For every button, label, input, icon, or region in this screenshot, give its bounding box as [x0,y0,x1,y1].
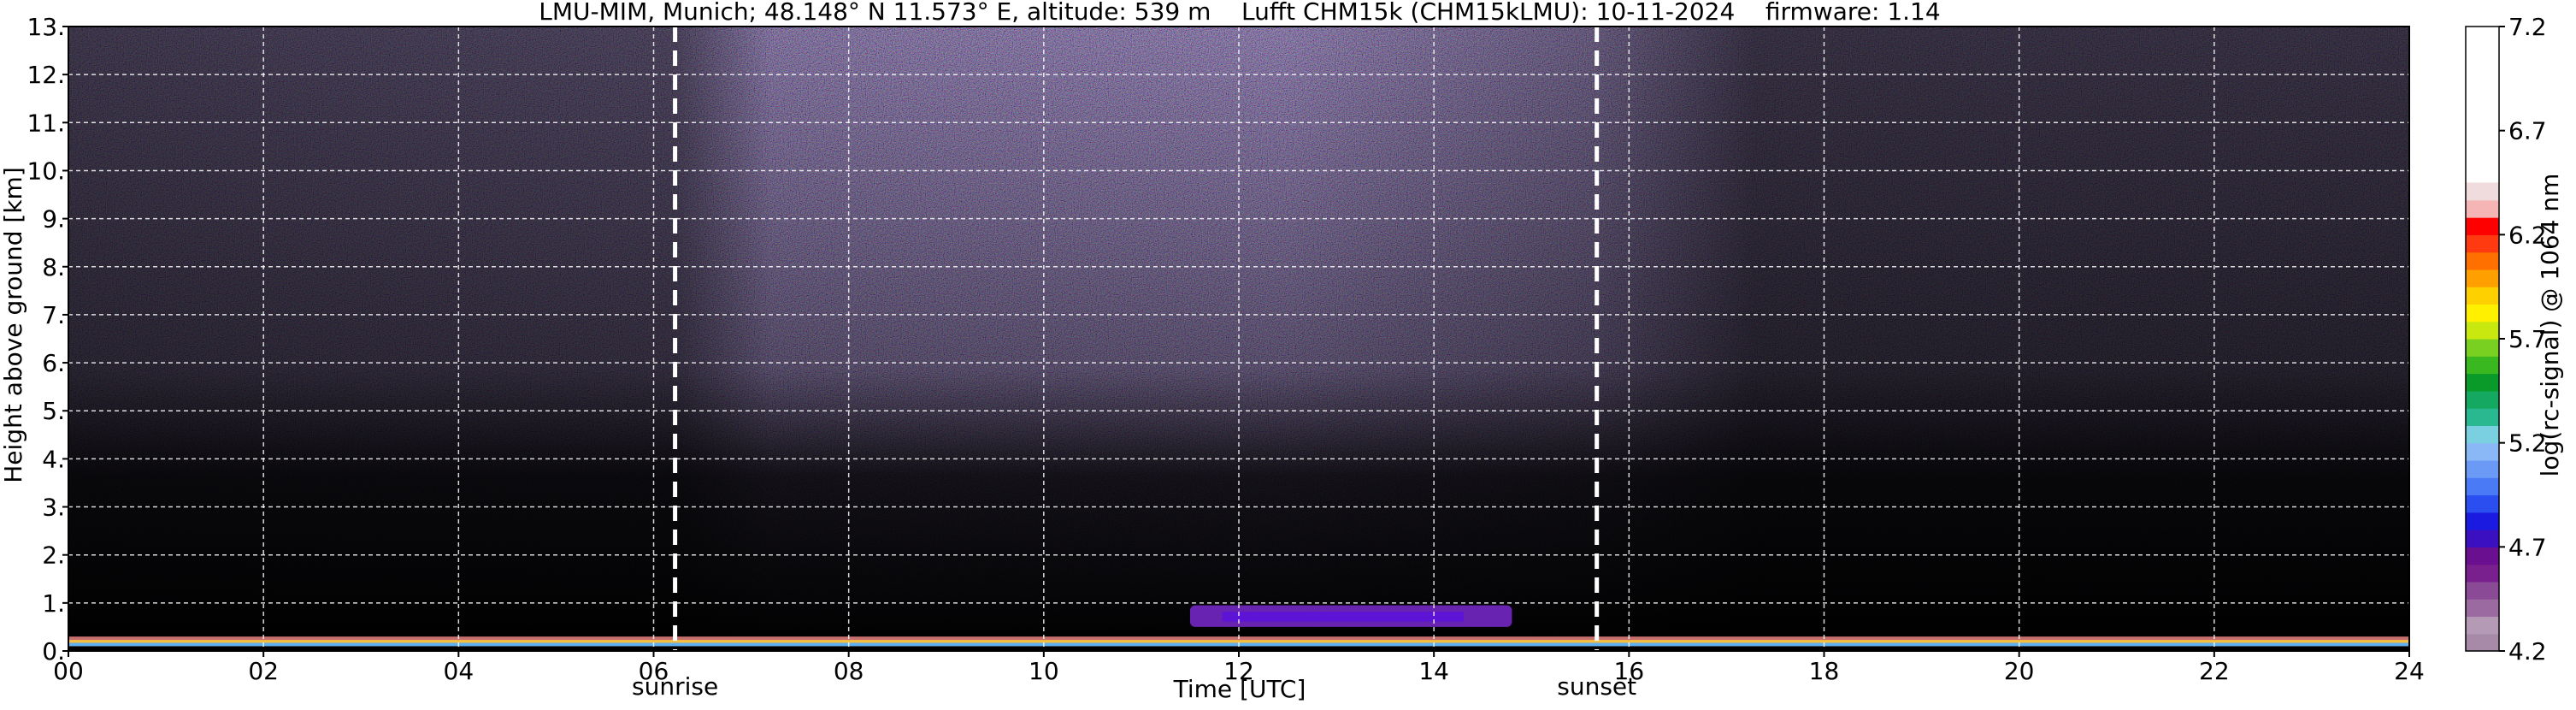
y-tick-label: 4. [42,445,65,473]
colorbar-band [2466,581,2499,600]
y-tick-label: 8. [42,253,65,281]
x-axis-label: Time [UTC] [1173,675,1306,703]
colorbar-tick-label: 4.2 [2508,637,2547,666]
colorbar-band [2466,459,2499,478]
colorbar-band [2466,564,2499,583]
x-tick-label: 04 [444,657,475,685]
colorbar-band [2466,182,2499,201]
colorbar-tick-label: 7.2 [2508,13,2547,41]
colorbar-band [2466,199,2499,218]
ceilometer-chart: 00 02 04 06 08 10 12 14 16 18 20 22 24 0. 1. 2. 3. 4. 5. 6… [0,0,2576,707]
sunrise-label: sunrise [632,672,718,701]
colorbar: 4.24.75.25.76.26.77.2 [2465,13,2547,666]
y-tick-label: 2. [42,541,65,570]
colorbar-tick-label: 6.7 [2508,117,2547,145]
colorbar-band [2466,477,2499,496]
colorbar-band [2466,234,2499,253]
sun-event-labels: sunrise sunset [632,672,1636,701]
colorbar-band [2466,530,2499,547]
colorbar-band [2466,287,2499,305]
colorbar-band [2466,442,2499,461]
x-tick-label: 02 [248,657,279,685]
y-axis-ticks: 0. 1. 2. 3. 4. 5. 6. 7. 8. 9. 10. 11. 12. 13. [27,13,68,666]
y-tick-label: 5. [42,397,65,425]
colorbar-band [2466,27,2499,183]
colorbar-band [2466,269,2499,287]
y-tick-label: 3. [42,494,65,522]
colorbar-band [2466,633,2499,652]
colorbar-band [2466,373,2499,392]
colorbar-band [2466,408,2499,426]
y-tick-label: 6. [42,349,65,377]
colorbar-tick-label: 4.7 [2508,533,2547,561]
chart-svg: 00 02 04 06 08 10 12 14 16 18 20 22 24 0.1.2.3.4.5.6… [0,0,2564,703]
cloud-layer-core [1222,612,1464,622]
y-tick-label: 11. [27,109,65,137]
colorbar-band [2466,304,2499,322]
y-tick-label: 1. [42,589,65,618]
x-tick-label: 22 [2199,657,2230,685]
sunset-label: sunset [1557,672,1636,701]
x-tick-label: 20 [2004,657,2035,685]
x-tick-label: 18 [1809,657,1840,685]
y-axis-label: Height above ground [km] [0,167,27,483]
y-tick-label: 13. [27,13,65,41]
y-tick-label: 7. [42,301,65,329]
x-tick-label: 10 [1029,657,1059,685]
y-tick-label: 0. [42,637,65,666]
y-tick-label: 10. [27,157,65,185]
aerosol-boundary-layer-band [68,640,2409,643]
y-tick-label: 9. [42,205,65,234]
chart-title: LMU-MIM, Munich; 48.148° N 11.573° E, al… [539,0,1940,26]
colorbar-band [2466,390,2499,409]
colorbar-band [2466,512,2499,530]
colorbar-band [2466,599,2499,618]
colorbar-band [2466,356,2499,375]
colorbar-band [2466,339,2499,357]
colorbar-band [2466,321,2499,340]
colorbar-band [2466,547,2499,565]
colorbar-band [2466,425,2499,444]
x-tick-label: 14 [1418,657,1449,685]
x-tick-label: 24 [2394,657,2425,685]
colorbar-band [2466,494,2499,513]
colorbar-band [2466,217,2499,235]
x-tick-label: 08 [834,657,864,685]
colorbar-band [2466,251,2499,270]
colorbar-label: log(rc-signal) @ 1064 nm [2536,174,2564,477]
colorbar-band [2466,616,2499,635]
y-tick-label: 12. [27,61,65,89]
